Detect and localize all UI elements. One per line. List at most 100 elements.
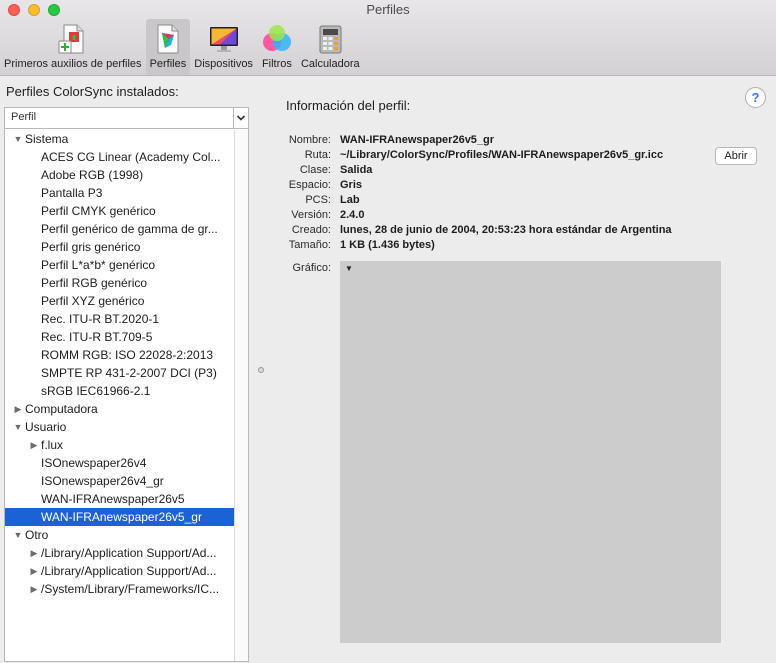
tree-item-label: sRGB IEC61966-2.1	[41, 384, 151, 398]
space-value: Gris	[340, 179, 363, 191]
tree-item-label: SMPTE RP 431-2-2007 DCI (P3)	[41, 366, 217, 380]
list-item[interactable]: SMPTE RP 431-2-2007 DCI (P3)	[5, 364, 234, 382]
tree-item-label: Sistema	[25, 132, 69, 146]
name-value: WAN-IFRAnewspaper26v5_gr	[340, 134, 495, 146]
path-value: ~/Library/ColorSync/Profiles/WAN-IFRAnew…	[340, 149, 664, 161]
list-item[interactable]: WAN-IFRAnewspaper26v5_gr	[5, 508, 234, 526]
open-button[interactable]: Abrir	[715, 147, 757, 165]
list-item[interactable]: ▶/Library/Application Support/Ad...	[5, 544, 234, 562]
created-value: lunes, 28 de junio de 2004, 20:53:23 hor…	[340, 224, 672, 236]
disclosure-collapsed-icon[interactable]: ▶	[29, 544, 39, 562]
tree-group-row[interactable]: ▼ Otro	[5, 526, 234, 544]
help-button[interactable]: ?	[745, 87, 766, 108]
toolbar-label: Dispositivos	[194, 58, 253, 70]
disclosure-collapsed-icon[interactable]: ▶	[29, 436, 39, 454]
tree-item-label: /Library/Application Support/Ad...	[41, 546, 217, 560]
list-item[interactable]: Perfil RGB genérico	[5, 274, 234, 292]
chevron-down-icon	[236, 115, 246, 121]
tree-item-label: Rec. ITU-R BT.709-5	[41, 330, 153, 344]
tree-item-label: ACES CG Linear (Academy Col...	[41, 150, 221, 164]
profile-icon	[157, 24, 179, 54]
toolbar-calculator[interactable]: Calculadora	[297, 19, 364, 75]
list-item[interactable]: Perfil genérico de gamma de gr...	[5, 220, 234, 238]
toolbar-label: Perfiles	[149, 58, 187, 70]
tree-item-label: /System/Library/Frameworks/IC...	[41, 582, 220, 596]
pcs-label: PCS:	[305, 194, 331, 206]
list-item[interactable]: Pantalla P3	[5, 184, 234, 202]
column-header-dropdown[interactable]	[233, 108, 248, 128]
toolbar: Primeros auxilios de perfiles Perfiles D…	[0, 19, 364, 75]
window-title: Perfiles	[366, 2, 410, 17]
tree-item-label: WAN-IFRAnewspaper26v5	[41, 492, 185, 506]
name-label: Nombre:	[288, 134, 331, 146]
disclosure-expanded-icon[interactable]: ▼	[13, 418, 23, 436]
tree-item-label: /Library/Application Support/Ad...	[41, 564, 217, 578]
toolbar-profiles[interactable]: Perfiles	[145, 19, 191, 75]
tree-item-label: f.lux	[41, 438, 64, 452]
tree-item-label: Rec. ITU-R BT.2020-1	[41, 312, 160, 326]
disclosure-expanded-icon[interactable]: ▼	[13, 526, 23, 544]
tree-item-label: Perfil CMYK genérico	[41, 204, 156, 218]
version-label: Versión:	[291, 209, 331, 221]
list-item[interactable]: ▶/System/Library/Frameworks/IC...	[5, 580, 234, 598]
list-item[interactable]: Perfil L*a*b* genérico	[5, 256, 234, 274]
profile-graph[interactable]: ▼	[340, 261, 721, 643]
created-label: Creado:	[291, 224, 331, 236]
list-item[interactable]: Rec. ITU-R BT.709-5	[5, 328, 234, 346]
size-label: Tamaño:	[288, 239, 331, 251]
tree-item-label: Perfil RGB genérico	[41, 276, 148, 290]
toolbar-filters[interactable]: Filtros	[257, 19, 297, 75]
list-item[interactable]: sRGB IEC61966-2.1	[5, 382, 234, 400]
toolbar-label: Primeros auxilios de perfiles	[4, 58, 142, 70]
list-item[interactable]: ISOnewspaper26v4_gr	[5, 472, 234, 490]
tree-item-label: Perfil genérico de gamma de gr...	[41, 222, 218, 236]
space-label: Espacio:	[288, 179, 331, 191]
disclosure-collapsed-icon[interactable]: ▶	[29, 562, 39, 580]
list-item[interactable]: Rec. ITU-R BT.2020-1	[5, 310, 234, 328]
path-label: Ruta:	[304, 149, 331, 161]
installed-profiles-heading: Perfiles ColorSync instalados:	[6, 84, 179, 99]
tree-item-label: Usuario	[25, 420, 67, 434]
disclosure-collapsed-icon[interactable]: ▶	[29, 580, 39, 598]
profile-tree[interactable]: ▼ Sistema ACES CG Linear (Academy Col... Ad…	[5, 130, 234, 661]
list-item[interactable]: ACES CG Linear (Academy Col...	[5, 148, 234, 166]
list-item[interactable]: ROMM RGB: ISO 22028-2:2013	[5, 346, 234, 364]
disclosure-expanded-icon[interactable]: ▼	[13, 130, 23, 148]
list-item[interactable]: ISOnewspaper26v4	[5, 454, 234, 472]
toolbar-first-aid[interactable]: Primeros auxilios de perfiles	[0, 19, 146, 75]
list-item[interactable]: WAN-IFRAnewspaper26v5	[5, 490, 234, 508]
graph-label: Gráfico:	[292, 262, 331, 274]
monitor-icon	[209, 27, 238, 52]
size-value: 1 KB (1.436 bytes)	[340, 239, 435, 251]
profile-column-header[interactable]: Perfil	[5, 108, 248, 129]
tree-item-label: Perfil gris genérico	[41, 240, 141, 254]
tree-group-row[interactable]: ▼ Usuario	[5, 418, 234, 436]
list-item[interactable]: Perfil CMYK genérico	[5, 202, 234, 220]
tree-item-label: Computadora	[25, 402, 98, 416]
list-item[interactable]: Perfil XYZ genérico	[5, 292, 234, 310]
version-value: 2.4.0	[340, 209, 365, 221]
tree-item-label: Perfil L*a*b* genérico	[41, 258, 156, 272]
first-aid-icon	[58, 24, 84, 54]
profile-info-heading: Información del perfil:	[286, 98, 411, 113]
tree-item-label: Perfil XYZ genérico	[41, 294, 145, 308]
tree-item-label: Pantalla P3	[41, 186, 103, 200]
disclosure-collapsed-icon[interactable]: ▶	[13, 400, 23, 418]
calculator-icon	[319, 25, 342, 54]
toolbar-label: Calculadora	[300, 58, 360, 70]
tree-item-label: Adobe RGB (1998)	[41, 168, 144, 182]
toolbar-devices[interactable]: Dispositivos	[190, 19, 257, 75]
tree-item-label: Otro	[25, 528, 49, 542]
list-item[interactable]: ▶/Library/Application Support/Ad...	[5, 562, 234, 580]
tree-group-row[interactable]: ▼ Sistema	[5, 130, 234, 148]
tree-group-row[interactable]: ▶ Computadora	[5, 400, 234, 418]
list-item[interactable]: Perfil gris genérico	[5, 238, 234, 256]
list-item[interactable]: ▶ f.lux	[5, 436, 234, 454]
class-label: Clase:	[299, 164, 331, 176]
tree-item-label: WAN-IFRAnewspaper26v5_gr	[41, 510, 202, 524]
list-item[interactable]: Adobe RGB (1998)	[5, 166, 234, 184]
lab-axes	[346, 267, 715, 635]
profile-list-box: Perfil ▼ Sistema ACES CG Linear (Academy C…	[4, 107, 249, 662]
pcs-value: Lab	[340, 194, 360, 206]
split-view-divider-handle[interactable]	[258, 367, 264, 373]
